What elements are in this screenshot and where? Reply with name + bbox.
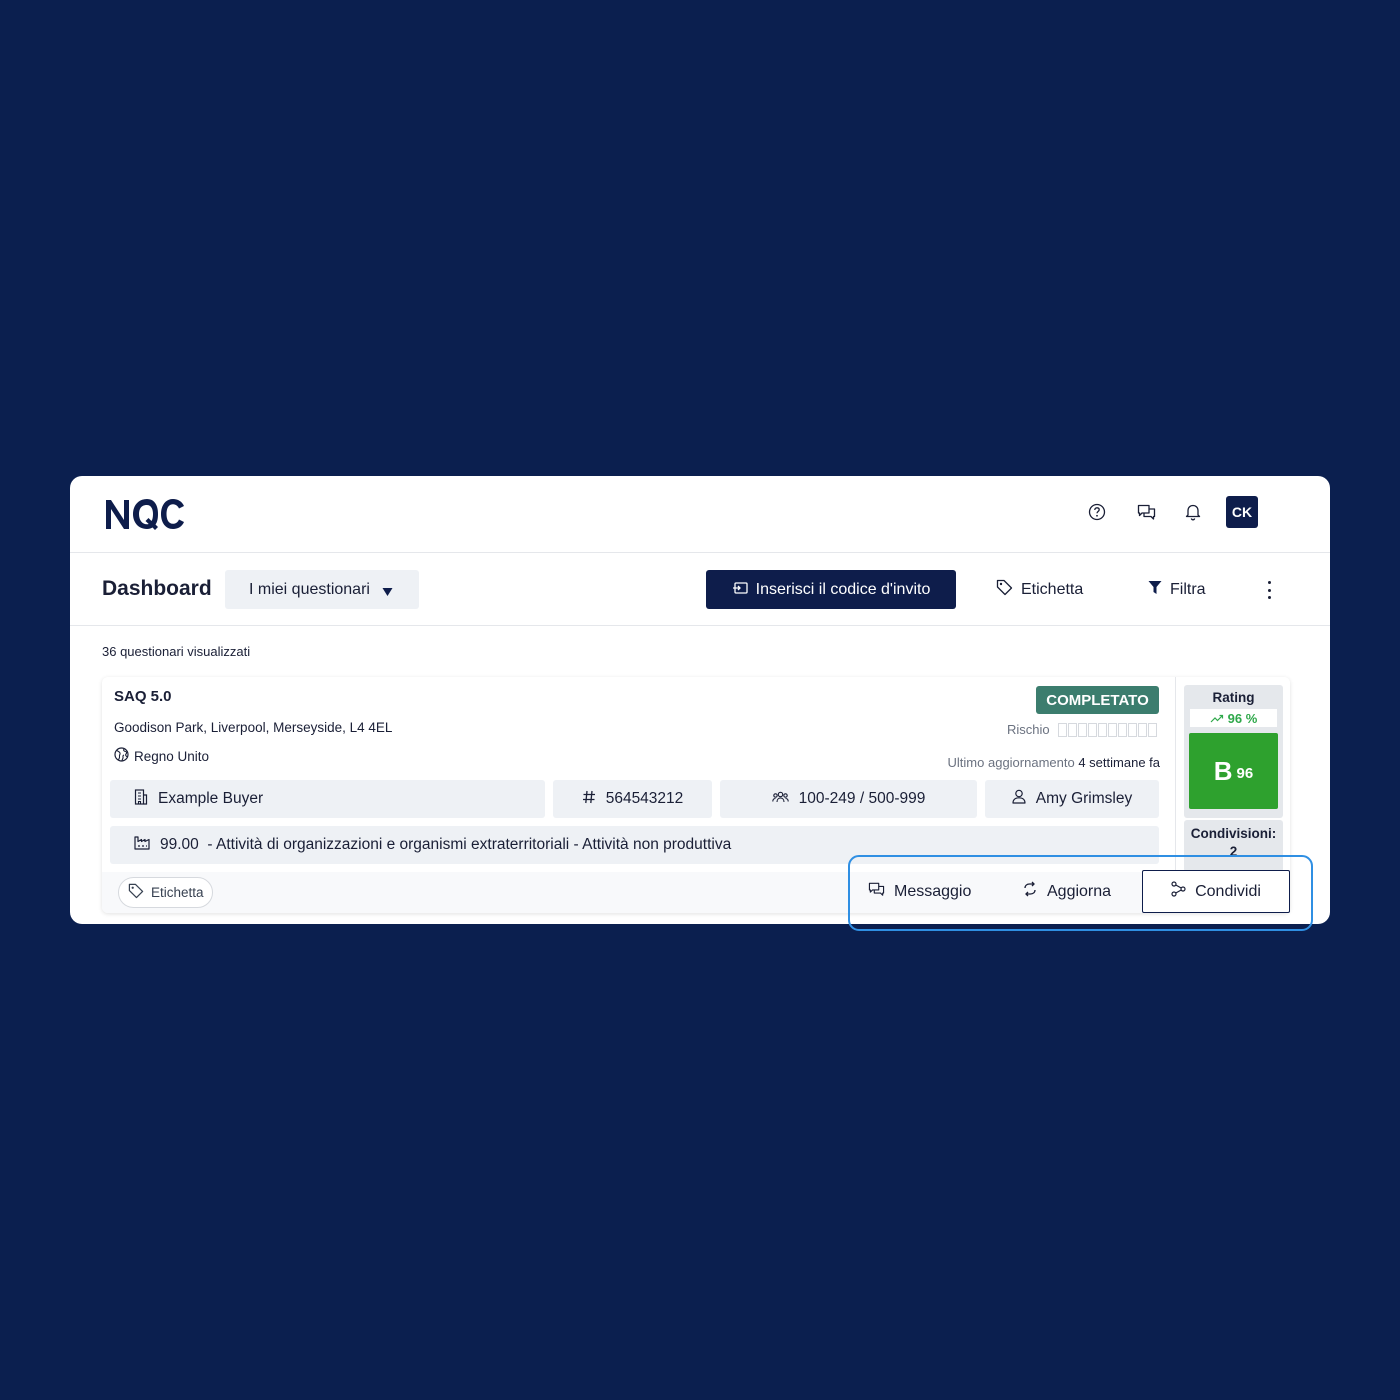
- chat-icon[interactable]: [1134, 500, 1158, 524]
- status-badge: COMPLETATO: [1036, 686, 1159, 714]
- chat-icon: [868, 882, 885, 902]
- caret-down-icon: [382, 584, 393, 602]
- person-icon: [1012, 789, 1026, 809]
- people-icon: [771, 790, 789, 808]
- grade-score: 96: [1236, 764, 1254, 782]
- buyer-chip: Example Buyer: [110, 780, 545, 818]
- invite-code-label: Inserisci il codice d'invito: [755, 580, 931, 598]
- shares-label: Condivisioni:: [1190, 826, 1277, 841]
- rating-box: Rating 96 % B 96: [1184, 685, 1283, 818]
- bell-icon[interactable]: [1181, 500, 1205, 524]
- last-updated-value: 4 settimane fa: [1078, 755, 1160, 770]
- tag-icon: [996, 579, 1013, 601]
- help-icon[interactable]: [1085, 500, 1109, 524]
- employees-chip: 100-249 / 500-999: [720, 780, 977, 818]
- card-tag-button[interactable]: Etichetta: [118, 877, 213, 908]
- share-icon: [1171, 881, 1186, 902]
- country-label: Regno Unito: [134, 748, 210, 764]
- last-updated-label: Ultimo aggiornamento: [947, 755, 1075, 770]
- grade-letter: B: [1213, 755, 1233, 786]
- refresh-icon: [1022, 881, 1038, 902]
- trend-up-icon: [1210, 711, 1224, 726]
- risk-indicator: Rischio: [1007, 722, 1157, 737]
- globe-icon: [114, 747, 129, 765]
- id-number: 564543212: [605, 790, 684, 807]
- more-options-icon[interactable]: [1259, 579, 1279, 601]
- message-button[interactable]: Messaggio: [868, 870, 971, 913]
- filter-button-label: Filtra: [1170, 580, 1206, 598]
- risk-meter: [1057, 722, 1157, 737]
- share-button-label: Condividi: [1195, 882, 1261, 900]
- invite-code-button[interactable]: Inserisci il codice d'invito: [706, 570, 956, 609]
- employee-range: 100-249 / 500-999: [798, 790, 926, 807]
- id-chip: 564543212: [553, 780, 712, 818]
- hash-icon: [582, 790, 596, 809]
- results-count: 36 questionari visualizzati: [102, 644, 251, 659]
- user-avatar[interactable]: CK: [1226, 496, 1258, 528]
- filter-icon: [1148, 580, 1162, 600]
- card-tag-label: Etichetta: [151, 885, 204, 900]
- questionnaire-filter-dropdown[interactable]: I miei questionari: [225, 570, 419, 609]
- nqc-logo[interactable]: [102, 494, 186, 539]
- refresh-button-label: Aggiorna: [1047, 882, 1112, 900]
- contact-chip: Amy Grimsley: [985, 780, 1159, 818]
- ticket-icon: [732, 581, 748, 599]
- tag-button[interactable]: Etichetta: [996, 570, 1083, 609]
- activity-description: 99.00 - Attività di organizzazioni e org…: [160, 836, 732, 853]
- tag-icon: [128, 883, 144, 902]
- toolbar: Dashboard I miei questionari Inserisci i…: [70, 553, 1330, 626]
- share-button[interactable]: Condividi: [1142, 870, 1290, 913]
- rating-trend: 96 %: [1190, 709, 1277, 727]
- top-bar: CK: [70, 476, 1330, 553]
- risk-label: Rischio: [1007, 722, 1050, 737]
- rating-trend-value: 96 %: [1227, 710, 1258, 726]
- factory-icon: [134, 835, 150, 855]
- page-title: Dashboard: [102, 577, 212, 600]
- tag-button-label: Etichetta: [1021, 580, 1084, 598]
- buyer-name: Example Buyer: [158, 790, 264, 807]
- card-actions: Messaggio Aggiorna Condividi: [852, 870, 1292, 914]
- last-updated: Ultimo aggiornamento 4 settimane fa: [948, 755, 1160, 770]
- card-address: Goodison Park, Liverpool, Merseyside, L4…: [114, 720, 393, 735]
- filter-button[interactable]: Filtra: [1148, 570, 1206, 609]
- card-country: Regno Unito: [114, 747, 209, 765]
- contact-name: Amy Grimsley: [1035, 790, 1133, 807]
- rating-grade: B 96: [1189, 733, 1278, 809]
- message-button-label: Messaggio: [894, 882, 972, 900]
- building-icon: [134, 788, 148, 810]
- dropdown-value: I miei questionari: [249, 580, 370, 598]
- rating-panel: Rating 96 % B 96 Condivisioni: 2: [1175, 677, 1290, 872]
- rating-label: Rating: [1212, 690, 1255, 705]
- refresh-button[interactable]: Aggiorna: [1022, 870, 1111, 913]
- card-title: SAQ 5.0: [114, 688, 172, 705]
